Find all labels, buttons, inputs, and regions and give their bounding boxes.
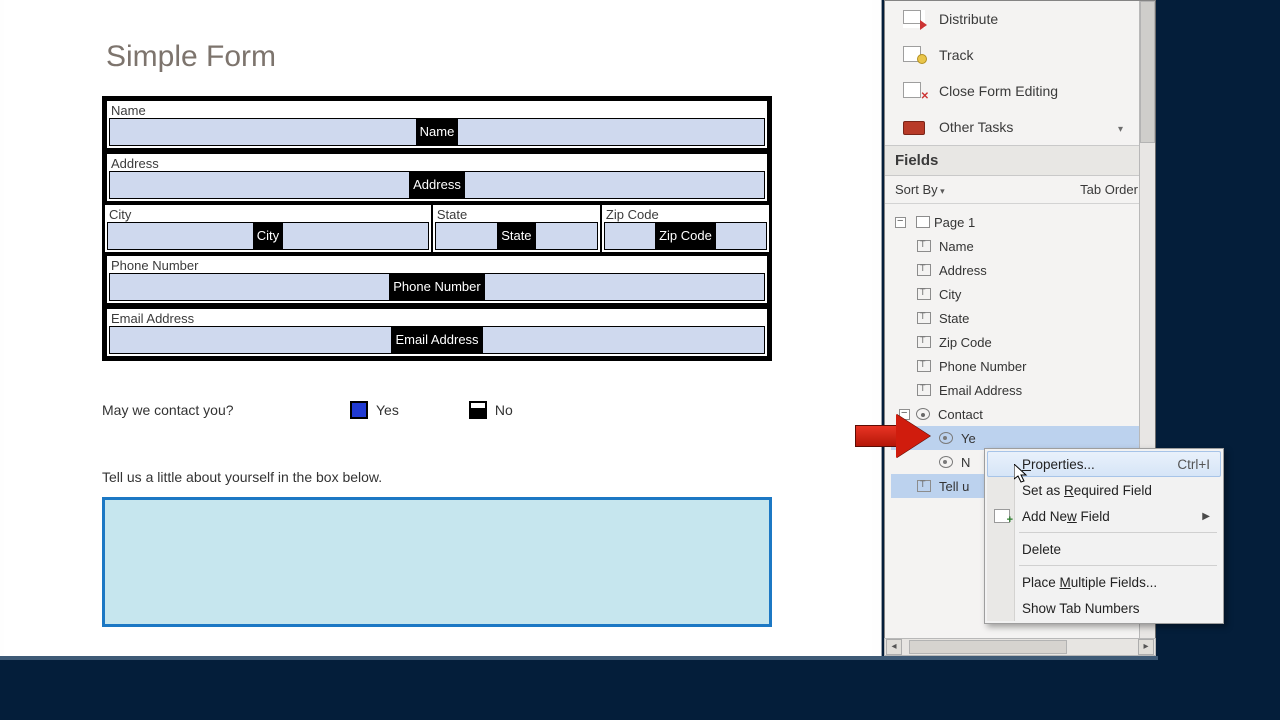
highlight-arrow <box>855 414 933 458</box>
add-field-icon <box>994 509 1010 523</box>
other-tasks-icon <box>903 121 925 135</box>
ctx-add-new-field[interactable]: Add New Field ▶ <box>987 503 1221 529</box>
fields-panel-header: Fields <box>885 145 1155 176</box>
submenu-arrow-icon: ▶ <box>1202 511 1210 522</box>
tree-item[interactable]: State <box>891 306 1155 330</box>
radio-yes-label: Yes <box>376 402 399 418</box>
tool-close-form-editing[interactable]: Close Form Editing <box>885 73 1155 109</box>
ctx-place-multiple[interactable]: Place Multiple Fields... <box>987 569 1221 595</box>
text-field-icon <box>917 264 931 276</box>
ctx-separator <box>1019 532 1217 533</box>
label-name: Name <box>107 101 767 118</box>
ctx-show-tab-numbers[interactable]: Show Tab Numbers <box>987 595 1221 621</box>
field-email[interactable]: Email Address <box>109 326 765 354</box>
label-city: City <box>105 205 431 222</box>
tree-item[interactable]: Email Address <box>891 378 1155 402</box>
distribute-icon <box>903 10 925 28</box>
scroll-left-button[interactable]: ◂ <box>886 639 902 655</box>
document-viewport: Simple Form Name Name Address Address <box>0 0 882 658</box>
track-icon <box>903 46 925 64</box>
radio-icon <box>939 456 953 468</box>
label-address: Address <box>107 154 767 171</box>
text-field-icon <box>917 480 931 492</box>
ctx-delete[interactable]: Delete <box>987 536 1221 562</box>
text-field-icon <box>917 312 931 324</box>
tree-item[interactable]: Zip Code <box>891 330 1155 354</box>
form-table: Name Name Address Address City City <box>102 96 772 361</box>
radio-no[interactable] <box>469 401 487 419</box>
label-phone: Phone Number <box>107 256 767 273</box>
ctx-separator <box>1019 565 1217 566</box>
field-address[interactable]: Address <box>109 171 765 199</box>
field-phone[interactable]: Phone Number <box>109 273 765 301</box>
close-form-editing-icon <box>903 82 925 100</box>
tree-item[interactable]: Name <box>891 234 1155 258</box>
about-label: Tell us a little about yourself in the b… <box>102 469 774 485</box>
field-state[interactable]: State <box>435 222 598 250</box>
tree-item[interactable]: City <box>891 282 1155 306</box>
field-zip[interactable]: Zip Code <box>604 222 767 250</box>
tool-other-tasks[interactable]: Other Tasks <box>885 109 1155 145</box>
tool-track[interactable]: Track <box>885 37 1155 73</box>
text-field-icon <box>917 240 931 252</box>
tool-distribute[interactable]: Distribute <box>885 1 1155 37</box>
about-textarea[interactable] <box>102 497 772 627</box>
label-state: State <box>433 205 600 222</box>
page-icon <box>916 216 930 228</box>
label-email: Email Address <box>107 309 767 326</box>
field-city[interactable]: City <box>107 222 429 250</box>
form-title: Simple Form <box>106 40 774 74</box>
tree-item[interactable]: Phone Number <box>891 354 1155 378</box>
tree-item[interactable]: Address <box>891 258 1155 282</box>
radio-icon <box>939 432 953 444</box>
label-zip: Zip Code <box>602 205 769 222</box>
text-field-icon <box>917 384 931 396</box>
scroll-thumb[interactable] <box>909 640 1067 654</box>
tab-order-dropdown[interactable]: Tab Order <box>1080 182 1145 197</box>
radio-yes[interactable] <box>350 401 368 419</box>
text-field-icon <box>917 288 931 300</box>
radio-no-label: No <box>495 402 513 418</box>
field-name[interactable]: Name <box>109 118 765 146</box>
ctx-properties-shortcut: Ctrl+I <box>1177 457 1210 472</box>
text-field-icon <box>917 360 931 372</box>
collapse-icon[interactable] <box>895 217 906 228</box>
chevron-down-icon <box>1118 119 1123 135</box>
sort-by-dropdown[interactable]: Sort By <box>895 182 945 197</box>
scroll-right-button[interactable]: ▸ <box>1138 639 1154 655</box>
text-field-icon <box>917 336 931 348</box>
contact-question: May we contact you? <box>102 402 350 418</box>
sidebar-hscrollbar[interactable]: ◂ ▸ <box>884 638 1156 656</box>
tree-page[interactable]: Page 1 <box>891 210 1155 234</box>
page: Simple Form Name Name Address Address <box>4 0 872 656</box>
